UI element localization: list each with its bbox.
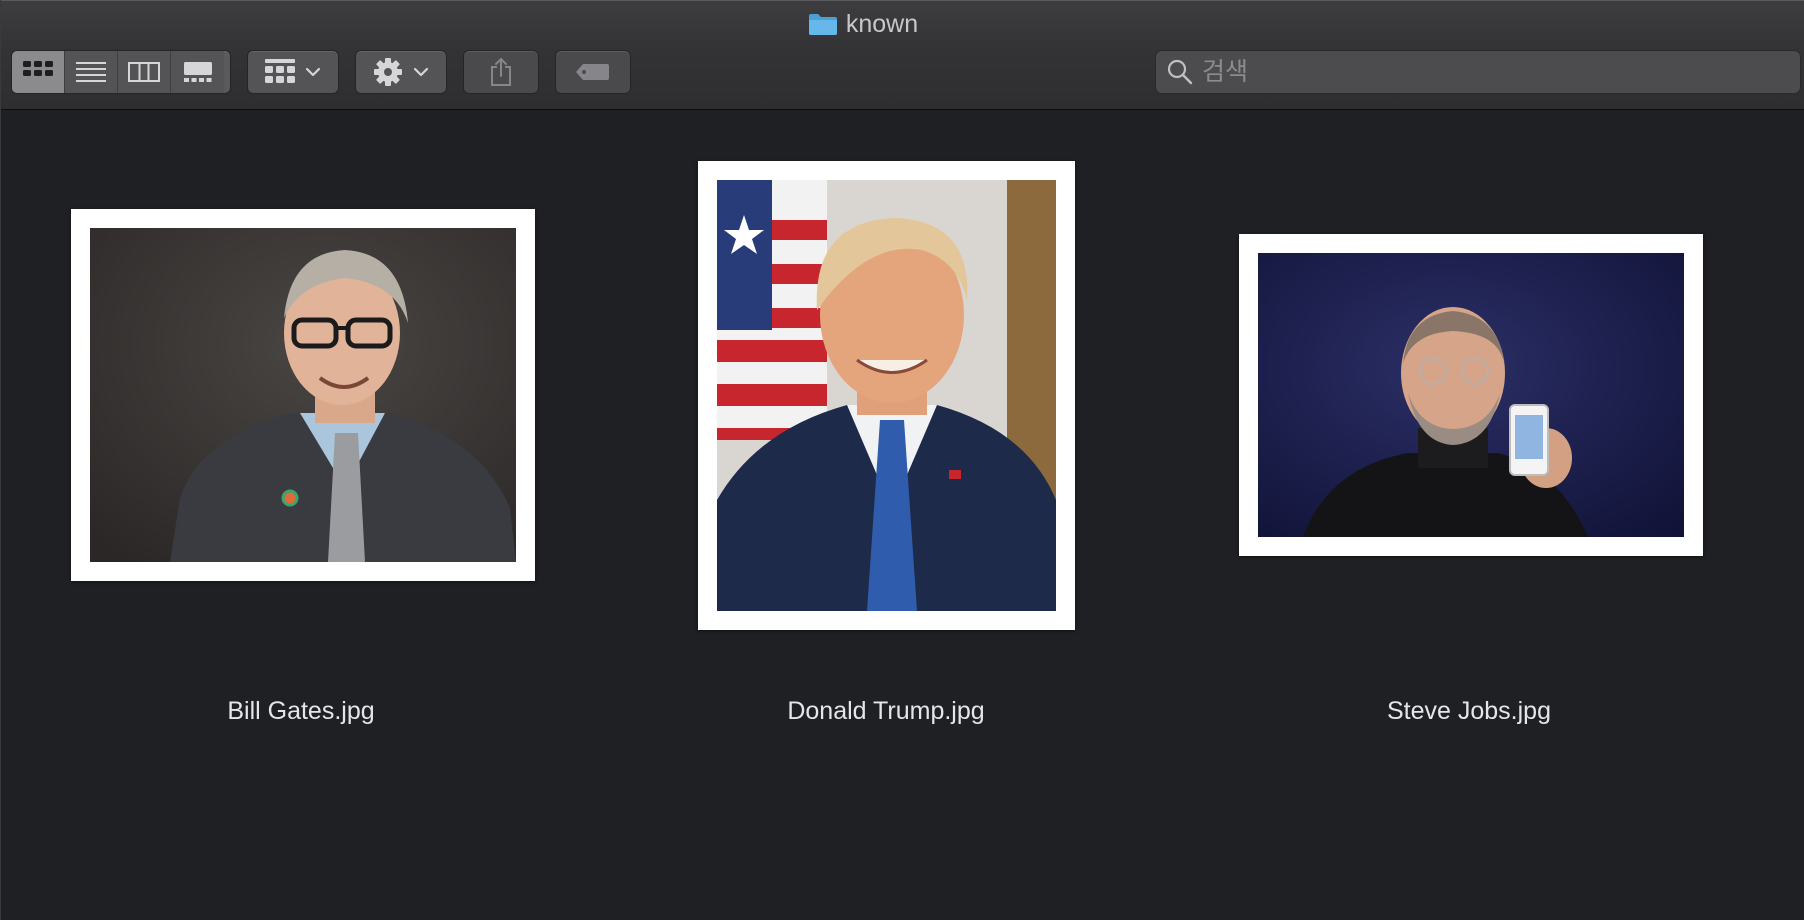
gallery-view-icon [183, 62, 212, 82]
list-view-button[interactable] [65, 51, 118, 93]
file-item-steve-jobs[interactable]: Steve Jobs.jpg [1171, 111, 1771, 731]
file-name-label: Bill Gates.jpg [227, 697, 375, 725]
tag-icon [576, 64, 609, 80]
group-grid-icon [265, 59, 295, 83]
chevron-down-icon [413, 67, 429, 77]
column-view-icon [128, 62, 160, 82]
chevron-down-icon [305, 67, 321, 77]
photo-thumbnail [1258, 253, 1684, 537]
photo-thumbnail [90, 228, 516, 562]
group-by-button[interactable] [247, 50, 339, 94]
icon-view-button[interactable] [12, 51, 65, 93]
gear-icon [374, 58, 402, 86]
column-view-button[interactable] [118, 51, 171, 93]
file-name-label: Donald Trump.jpg [787, 697, 985, 725]
action-menu-button[interactable] [355, 50, 447, 94]
view-mode-control [11, 50, 231, 94]
search-field[interactable] [1155, 50, 1801, 94]
file-item-bill-gates[interactable]: Bill Gates.jpg [1, 111, 601, 731]
finder-window: known 검색 Bill Gates.jpg Donald Trump.jpg… [0, 0, 1804, 920]
share-button[interactable] [463, 50, 539, 94]
window-title: known [1, 9, 1804, 39]
list-view-icon [76, 62, 106, 82]
gallery-view-button[interactable] [171, 51, 224, 93]
folder-icon [808, 12, 838, 36]
tag-button[interactable] [555, 50, 631, 94]
file-thumbnail [1239, 234, 1703, 556]
file-thumbnail [698, 161, 1075, 630]
window-title-text: known [845, 10, 919, 38]
toolbar: known [1, 0, 1804, 110]
file-item-donald-trump[interactable]: Donald Trump.jpg [601, 111, 1171, 731]
file-name-label: Steve Jobs.jpg [1387, 697, 1551, 725]
search-icon [1167, 59, 1193, 85]
file-icon-grid: Bill Gates.jpg Donald Trump.jpg Steve Jo… [1, 111, 1804, 920]
icon-view-icon [23, 61, 53, 76]
share-icon [491, 57, 511, 86]
search-input[interactable] [1202, 57, 1782, 87]
file-thumbnail [71, 209, 535, 581]
photo-thumbnail [717, 180, 1056, 611]
